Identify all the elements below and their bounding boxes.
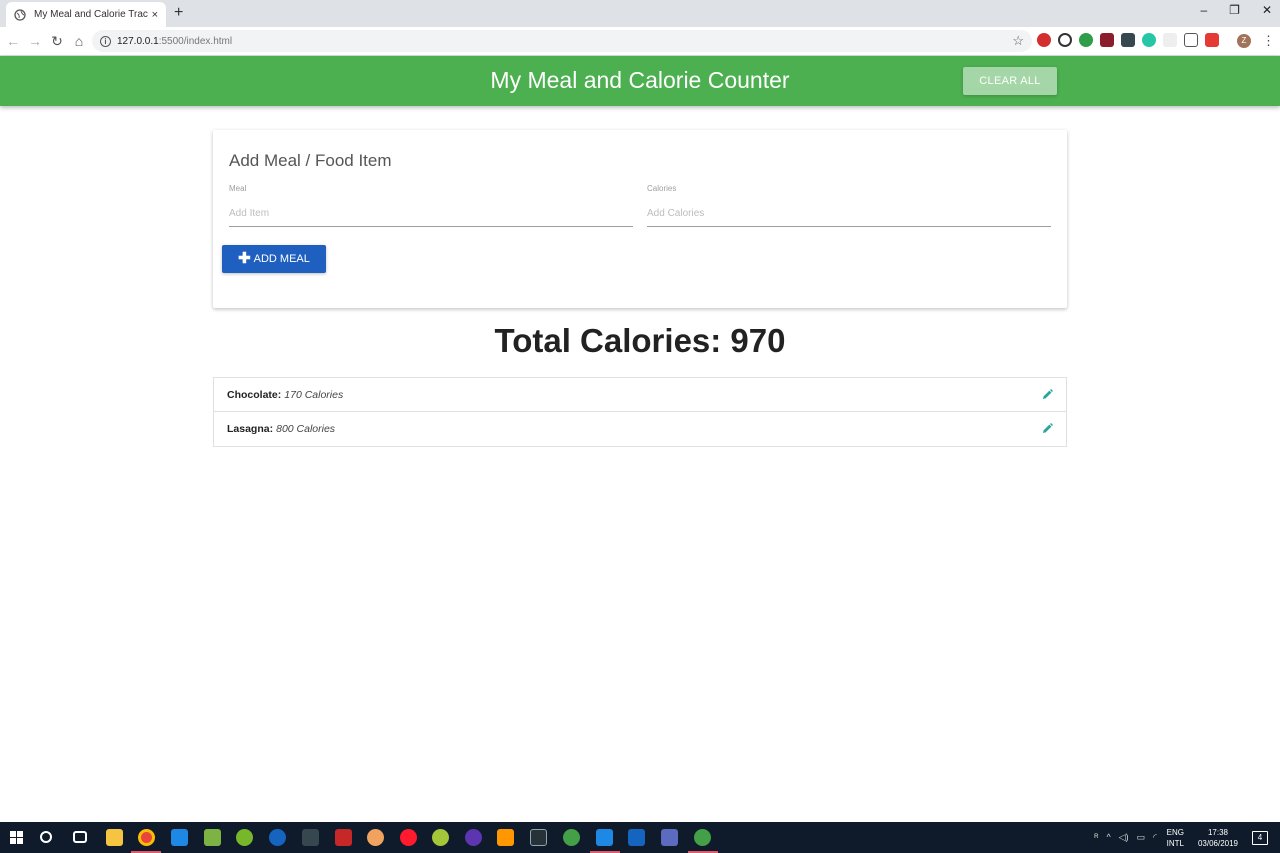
pencil-icon[interactable] [1040,422,1054,436]
forward-arrow-icon[interactable]: → [24,33,46,49]
meal-field-group: Meal [229,184,633,227]
minimize-button[interactable]: – [1200,3,1207,17]
tab-close-icon[interactable]: × [152,9,158,21]
calories-label: Calories [647,184,677,193]
add-meal-label: ADD MEAL [253,253,310,265]
search-icon[interactable] [40,831,52,843]
browser-tab-bar: My Meal and Calorie Tracker × + – ❐ ✕ [0,0,1280,27]
acrobat-icon[interactable] [335,829,352,846]
meal-list: Chocolate: 170 Calories Lasagna: 800 Cal… [213,377,1067,447]
reload-icon[interactable]: ↻ [46,33,68,50]
language-indicator[interactable]: ENG INTL [1167,827,1184,849]
people-icon[interactable]: ᴿ [1094,832,1098,843]
info-icon[interactable]: i [100,35,111,47]
calories-input[interactable] [647,201,1051,227]
extensions-row [1037,33,1219,47]
app-header: My Meal and Calorie Counter CLEAR ALL [0,56,1280,106]
system-tray: ᴿ ^ ◁) ▭ ◜ ENG INTL 17:38 03/06/2019 4 [1094,822,1280,853]
meal-label: Meal [229,184,247,193]
browser-menu-icon[interactable]: ⋮ [1262,33,1275,49]
unity-icon[interactable] [302,829,319,846]
list-item: Chocolate: 170 Calories [214,378,1066,412]
window-controls: – ❐ ✕ [1200,3,1272,17]
wifi-icon[interactable]: ◜ [1153,832,1157,843]
app-title: My Meal and Calorie Counter [490,67,790,93]
clear-all-button[interactable]: CLEAR ALL [963,67,1057,95]
meal-calories: 170 Calories [284,388,344,401]
globe-icon [14,8,26,21]
clock-time: 17:38 [1207,827,1228,837]
sublime-icon[interactable] [497,829,514,846]
card-title: Add Meal / Food Item [229,151,392,170]
utorrent-icon[interactable] [236,829,253,846]
notification-icon[interactable]: 4 [1252,830,1268,845]
terminal-icon[interactable] [530,829,547,846]
lang-layout: INTL [1166,838,1184,848]
vscode-icon[interactable] [596,829,613,846]
restore-button[interactable]: ❐ [1229,3,1240,17]
lang-code: ENG [1166,827,1184,837]
new-tab-button[interactable]: + [174,4,183,22]
pocket-extension-icon[interactable] [1184,33,1198,47]
meal-name: Lasagna: [227,423,274,435]
network-icon[interactable] [661,829,678,846]
volume-icon[interactable]: ◁) [1119,832,1129,843]
tray-icons: ᴿ ^ ◁) ▭ ◜ [1094,832,1156,843]
opera-icon[interactable] [400,829,417,846]
calories-field-group: Calories [647,184,1051,227]
address-bar[interactable]: i 127.0.0.1 :5500/index.html ☆ [92,30,1032,52]
chrome-icon[interactable] [138,829,155,846]
file-explorer-icon[interactable] [106,829,123,846]
browser-tab[interactable]: My Meal and Calorie Tracker × [6,2,166,27]
notepad-icon[interactable] [204,829,221,846]
url-host: 127.0.0.1 [117,35,159,47]
dashes-extension-icon[interactable] [1121,33,1135,47]
maps-icon[interactable] [269,829,286,846]
shield-extension-icon[interactable] [1205,33,1219,47]
windows-start-icon[interactable] [10,831,23,844]
profile-avatar[interactable]: Z [1237,34,1251,48]
clock-date: 03/06/2019 [1197,838,1238,848]
tor-icon[interactable] [465,829,482,846]
audio-extension-icon[interactable] [1100,33,1114,47]
spotify-2-icon[interactable] [694,829,711,846]
clock[interactable]: 17:38 03/06/2019 [1198,827,1238,849]
add-meal-card: Add Meal / Food Item Meal Calories ✚ ADD… [213,130,1067,308]
pencil-icon[interactable] [1040,388,1054,402]
meal-input[interactable] [229,201,633,227]
tab-title: My Meal and Calorie Tracker [34,9,148,20]
add-meal-button[interactable]: ✚ ADD MEAL [222,245,326,273]
blank-extension-icon[interactable] [1163,33,1177,47]
close-window-button[interactable]: ✕ [1262,3,1272,17]
chevron-up-icon[interactable]: ^ [1106,832,1110,843]
total-calories: Total Calories: 970 [494,322,786,359]
powershell-icon[interactable] [628,829,645,846]
store-icon[interactable] [171,829,188,846]
m-extension-icon[interactable] [1142,33,1156,47]
android-icon[interactable] [432,829,449,846]
evernote-extension-icon[interactable] [1079,33,1093,47]
windows-taskbar: ᴿ ^ ◁) ▭ ◜ ENG INTL 17:38 03/06/2019 4 [0,822,1280,853]
list-item: Lasagna: 800 Calories [214,412,1066,446]
spotify-icon[interactable] [563,829,580,846]
back-arrow-icon[interactable]: ← [2,33,24,49]
plus-icon: ✚ [238,250,251,267]
bookmark-star-icon[interactable]: ☆ [1012,33,1024,49]
opera-extension-icon[interactable] [1037,33,1051,47]
firefox-icon[interactable] [367,829,384,846]
home-icon[interactable]: ⌂ [68,33,90,49]
url-path: :5500/index.html [158,35,233,47]
task-view-icon[interactable] [73,831,87,843]
timer-extension-icon[interactable] [1058,33,1072,47]
battery-icon[interactable]: ▭ [1137,832,1146,843]
meal-calories: 800 Calories [276,423,336,435]
meal-name: Chocolate: [227,388,282,401]
